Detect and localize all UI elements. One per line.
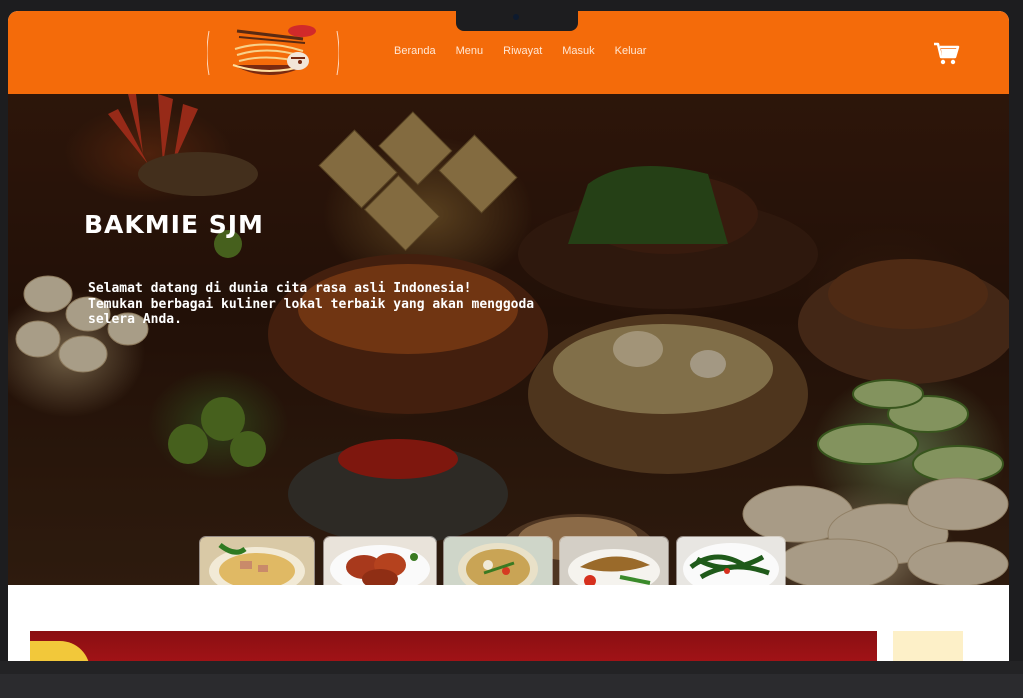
pecel-lele-thumbnail[interactable]: [559, 536, 669, 585]
nav-link-masuk[interactable]: Masuk: [562, 45, 594, 57]
nav-link-riwayat[interactable]: Riwayat: [503, 45, 542, 57]
hero-title: BAKMIE SJM: [84, 210, 264, 239]
noodle-bowl-logo-icon[interactable]: [206, 25, 340, 81]
hero-overlay: [8, 94, 1009, 585]
kangkung-thumbnail[interactable]: [676, 536, 786, 585]
nav-link-keluar[interactable]: Keluar: [615, 45, 647, 57]
banner-accent: [30, 641, 90, 661]
camera-icon: [513, 14, 519, 20]
mie-ayam-thumbnail[interactable]: [199, 536, 315, 585]
shopping-cart-icon[interactable]: [933, 41, 961, 67]
browser-viewport: Beranda Menu Riwayat Masuk Keluar BAKMIE…: [8, 11, 1009, 661]
hero-subtitle: Selamat datang di dunia cita rasa asli I…: [88, 281, 608, 328]
nav-link-beranda[interactable]: Beranda: [394, 45, 436, 57]
hero-subtitle-line: selera Anda.: [88, 312, 182, 327]
soto-thumbnail[interactable]: [443, 536, 553, 585]
nav-links: Beranda Menu Riwayat Masuk Keluar: [394, 45, 666, 57]
content-section: [8, 585, 1009, 661]
ayam-bumbu-thumbnail[interactable]: [323, 536, 437, 585]
camera-notch: [456, 11, 578, 31]
hero-section: BAKMIE SJM Selamat datang di dunia cita …: [8, 94, 1009, 585]
nav-link-menu[interactable]: Menu: [456, 45, 484, 57]
promo-banner[interactable]: [30, 631, 877, 661]
laptop-base-edge: [0, 674, 1023, 698]
hero-subtitle-line: Temukan berbagai kuliner lokal terbaik y…: [88, 296, 535, 312]
side-card[interactable]: [893, 631, 963, 661]
hero-subtitle-line: Selamat datang di dunia cita rasa asli I…: [88, 281, 472, 296]
